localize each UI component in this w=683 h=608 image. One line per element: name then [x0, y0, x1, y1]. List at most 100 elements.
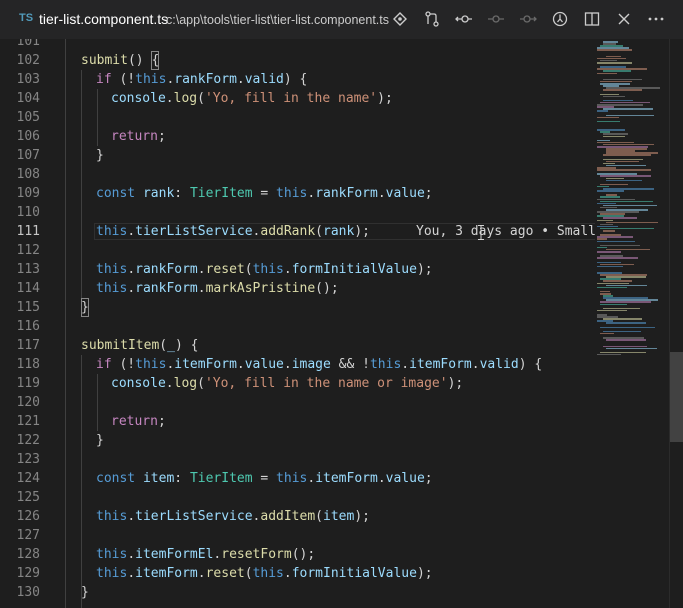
line-number: 104: [16, 91, 40, 106]
next-revision-icon[interactable]: [518, 9, 538, 29]
code-line: return;: [111, 129, 166, 144]
minimap-line: [597, 251, 621, 253]
more-actions-icon[interactable]: [646, 9, 666, 29]
minimap-line: [603, 108, 653, 110]
line-number-gutter: 101 102 103 104 105 106 107 108 109 110 …: [0, 39, 60, 608]
line-number: 115: [16, 300, 40, 315]
line-number: 122: [16, 433, 40, 448]
minimap-line: [597, 353, 621, 356]
line-number: 117: [16, 338, 40, 353]
line-number: 130: [16, 585, 40, 600]
code-editor[interactable]: 101 102 103 104 105 106 107 108 109 110 …: [0, 39, 683, 608]
line-number: 102: [16, 53, 40, 68]
code-line: const item: TierItem = this.itemForm.val…: [96, 471, 433, 486]
minimap-line: [597, 169, 651, 171]
line-number: 120: [16, 395, 40, 410]
line-number: 123: [16, 452, 40, 467]
minimap-line: [603, 135, 625, 137]
minimap-line: [597, 265, 623, 268]
file-history-icon[interactable]: [550, 9, 570, 29]
code-line: console.log('Yo, fill in the name');: [111, 91, 393, 106]
code-line: return;: [111, 414, 166, 429]
code-line: }: [96, 148, 104, 163]
line-number: 112: [16, 243, 40, 258]
line-number: 106: [16, 129, 40, 144]
scrollbar-thumb[interactable]: [670, 352, 683, 442]
indent-guide: [65, 39, 66, 608]
code-line-current: this.tierListService.addRank(rank);: [96, 224, 370, 239]
line-number: 110: [16, 205, 40, 220]
code-line: this.rankForm.reset(this.formInitialValu…: [96, 262, 433, 277]
line-number: 126: [16, 509, 40, 524]
open-changes-icon[interactable]: [422, 9, 442, 29]
line-number: 121: [16, 414, 40, 429]
minimap-line: [597, 190, 624, 192]
minimap-line: [597, 116, 619, 119]
line-number: 107: [16, 148, 40, 163]
code-line: }: [81, 298, 89, 317]
minimap-line: [606, 322, 646, 324]
line-number: 101: [16, 39, 40, 49]
minimap-line: [603, 89, 642, 91]
vertical-scrollbar[interactable]: [669, 39, 683, 608]
line-number-current: 111: [16, 224, 40, 239]
line-number: 119: [16, 376, 40, 391]
minimap-line: [597, 286, 627, 289]
minimap-line: [600, 332, 614, 335]
code-line: const rank: TierItem = this.rankForm.val…: [96, 186, 433, 201]
minimap-line: [597, 257, 638, 259]
line-number: 105: [16, 110, 40, 125]
line-number: 113: [16, 262, 40, 277]
minimap-line: [600, 326, 655, 329]
minimap-line: [597, 49, 632, 51]
line-number: 116: [16, 319, 40, 334]
code-line: if (!this.rankForm.valid) {: [96, 72, 308, 87]
code-line: }: [96, 433, 104, 448]
indent-guide: [97, 374, 98, 431]
line-number: 127: [16, 528, 40, 543]
gitlens-diamond-icon[interactable]: [390, 9, 410, 29]
code-line: console.log('Yo, fill in the name or ima…: [111, 376, 464, 391]
minimap-line: [597, 62, 632, 64]
close-icon[interactable]: [614, 9, 634, 29]
minimap-line: [603, 230, 615, 232]
code-line: this.itemForm.reset(this.formInitialValu…: [96, 566, 433, 581]
line-number: 128: [16, 547, 40, 562]
tab-file-path: c:\app\tools\tier-list\tier-list.compone…: [166, 13, 389, 27]
line-number: 109: [16, 186, 40, 201]
indent-guide: [81, 70, 82, 308]
git-blame-annotation: You, 3 days ago • Small: [416, 224, 595, 239]
minimap-line: [603, 154, 651, 156]
code-area[interactable]: submit() { if (!this.rankForm.valid) { c…: [65, 39, 595, 608]
code-line: this.itemFormEl.resetForm();: [96, 547, 316, 562]
split-editor-icon[interactable]: [582, 9, 602, 29]
code-line: submitItem(_) {: [81, 338, 199, 353]
line-number: 114: [16, 281, 40, 296]
tab-file-name[interactable]: tier-list.component.ts: [39, 11, 168, 27]
minimap-line: [606, 179, 642, 182]
indent-guide: [81, 355, 82, 608]
minimap-line: [600, 303, 627, 305]
commit-icon[interactable]: [486, 9, 506, 29]
minimap-line: [597, 120, 620, 123]
minimap-line: [597, 240, 635, 242]
minimap[interactable]: [597, 39, 667, 608]
minimap-line: [597, 309, 627, 312]
previous-revision-icon[interactable]: [454, 9, 474, 29]
line-number: 129: [16, 566, 40, 581]
minimap-line: [606, 339, 646, 341]
indent-guide: [97, 89, 98, 146]
line-number: 108: [16, 167, 40, 182]
code-line: }: [81, 585, 89, 600]
line-number: 124: [16, 471, 40, 486]
line-number: 118: [16, 357, 40, 372]
code-line: this.rankForm.markAsPristine();: [96, 281, 339, 296]
line-number: 103: [16, 72, 40, 87]
minimap-line: [606, 347, 657, 350]
line-number: 125: [16, 490, 40, 505]
text-cursor-icon: [478, 225, 484, 240]
minimap-line: [597, 72, 617, 74]
editor-tab-bar: TS tier-list.component.ts c:\app\tools\t…: [0, 0, 683, 39]
code-line: submit() {: [81, 51, 160, 70]
typescript-file-icon: TS: [19, 12, 34, 24]
